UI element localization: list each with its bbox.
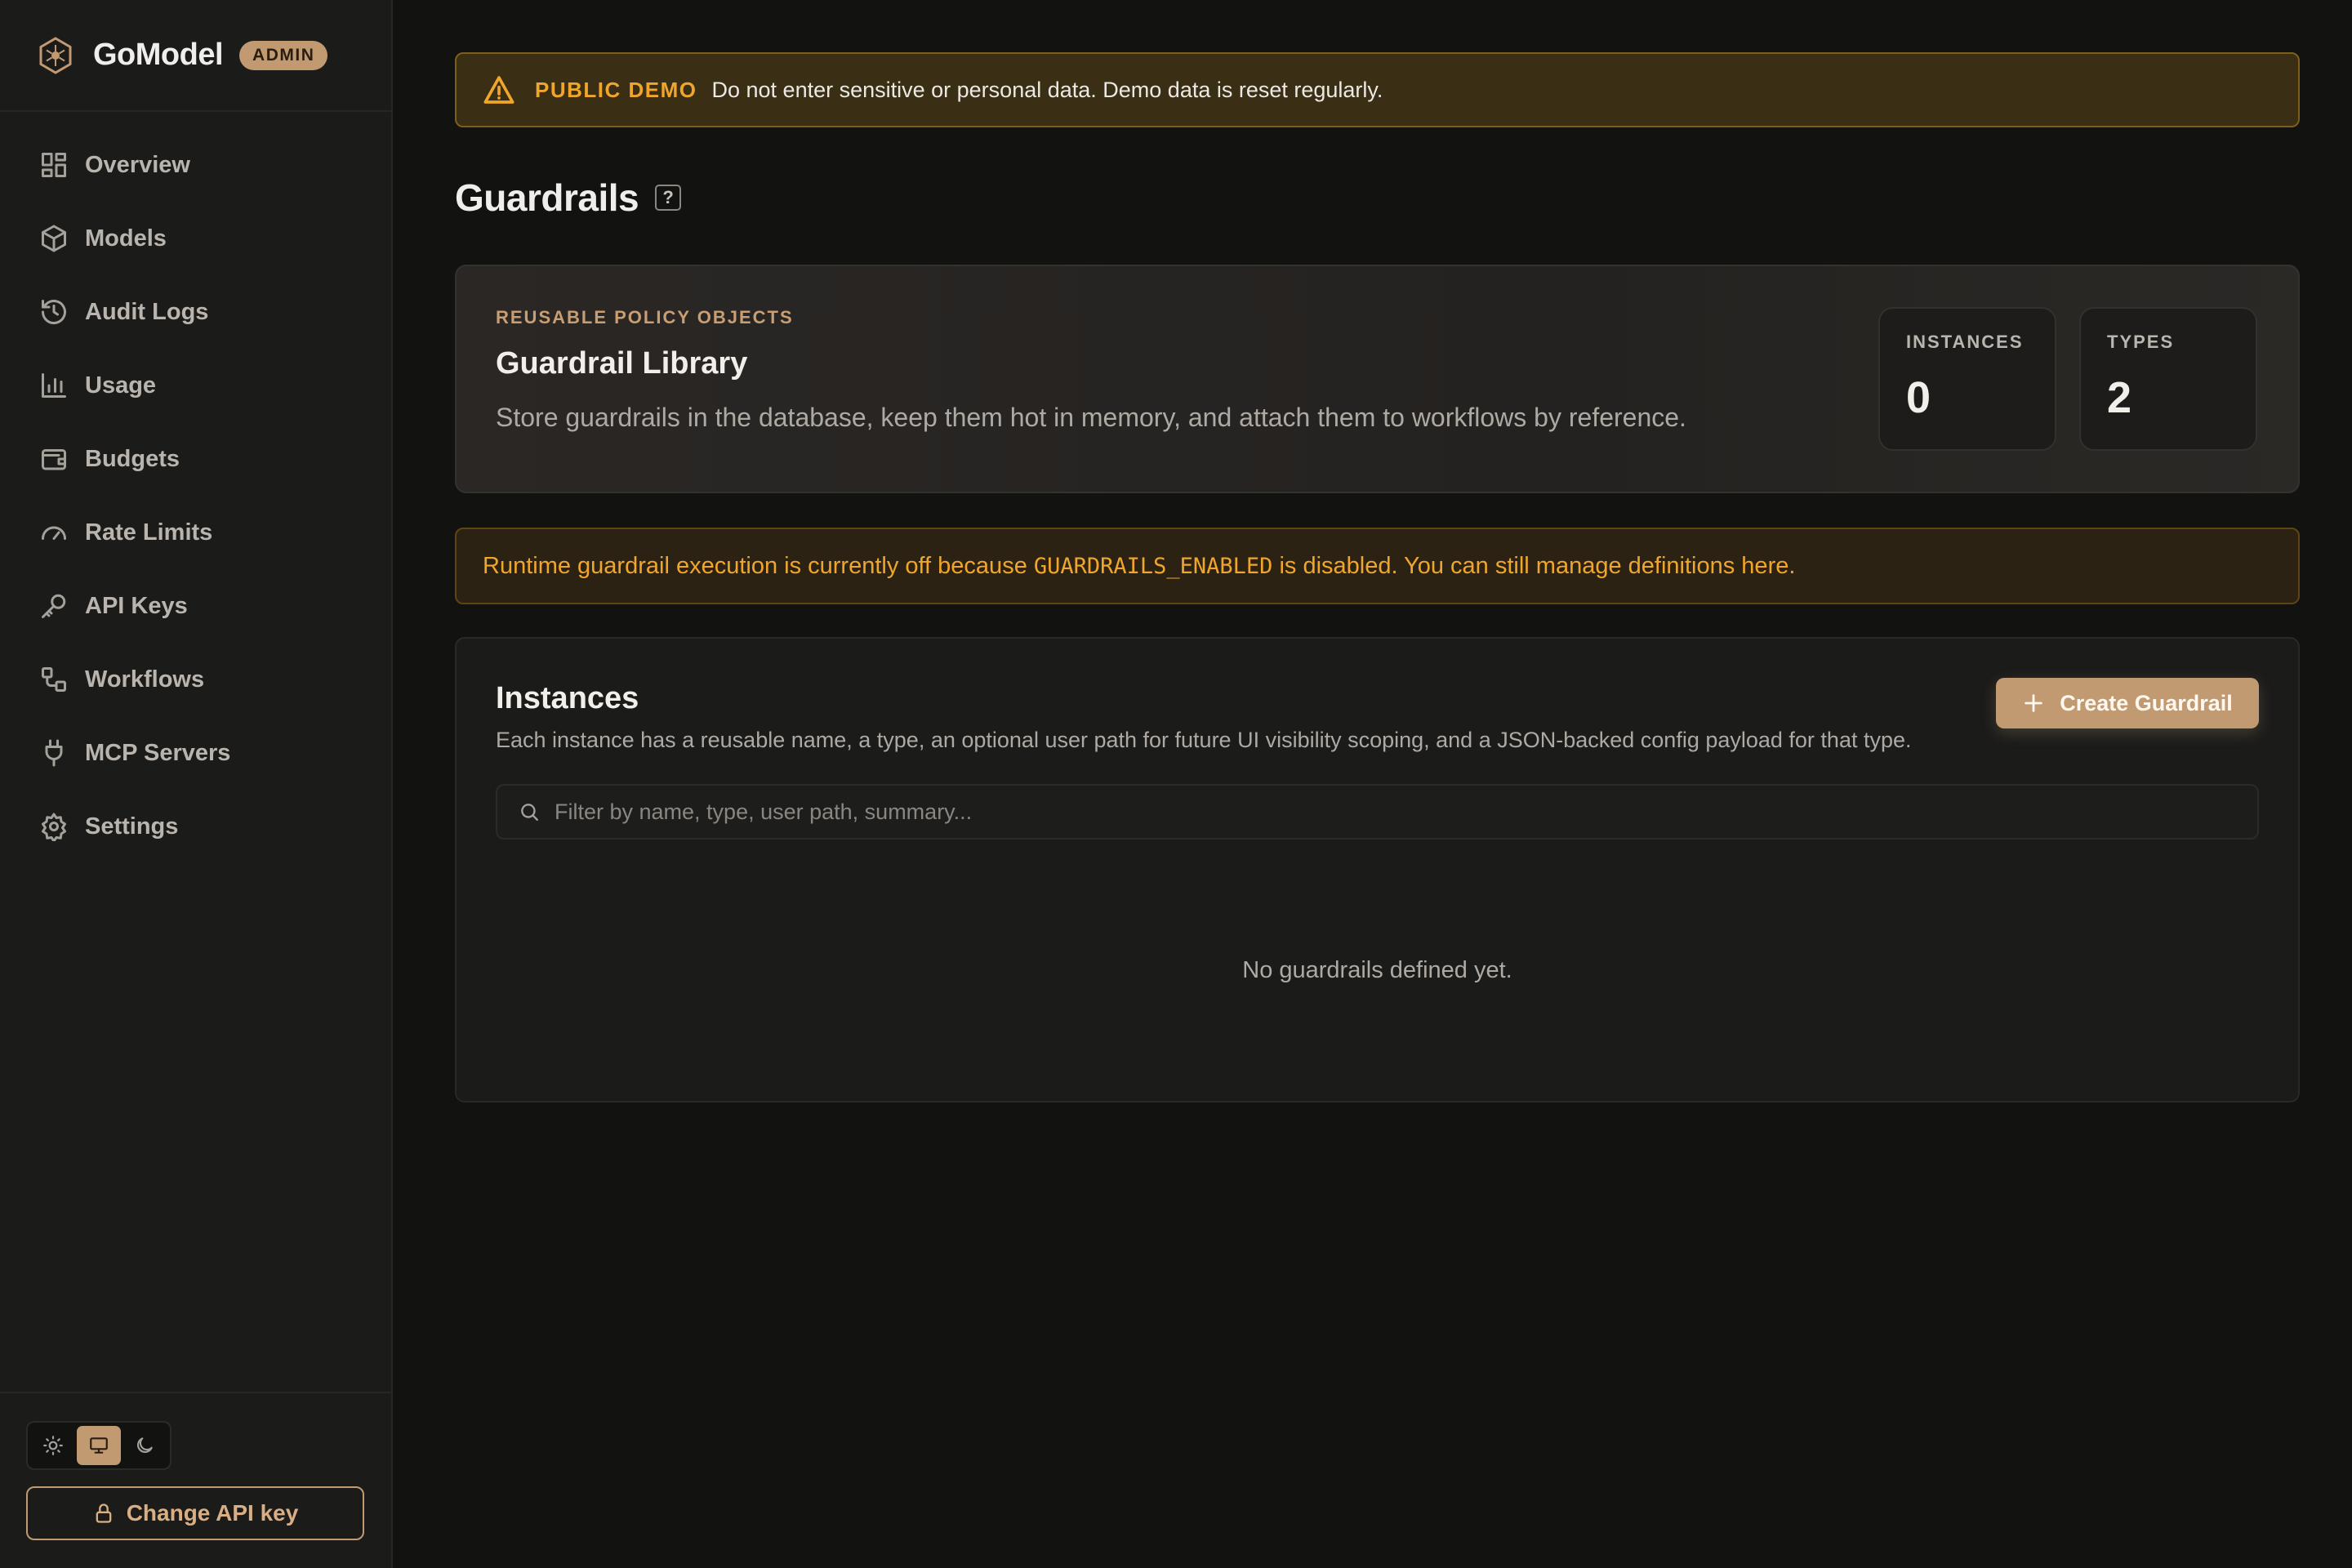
- sidebar-item-label: MCP Servers: [85, 739, 231, 766]
- sidebar-item-mcp-servers[interactable]: MCP Servers: [0, 716, 391, 790]
- notice-env-var: GUARDRAILS_ENABLED: [1033, 553, 1273, 579]
- page-title: Guardrails: [455, 176, 639, 219]
- filter-input[interactable]: [555, 799, 2257, 825]
- sidebar-item-label: Overview: [85, 151, 190, 178]
- sidebar-item-api-keys[interactable]: API Keys: [0, 569, 391, 643]
- sidebar-item-label: Models: [85, 225, 167, 252]
- theme-switcher: [26, 1421, 172, 1470]
- sidebar: GoModel ADMIN Overview Models Audit Logs…: [0, 0, 393, 1568]
- create-guardrail-label: Create Guardrail: [2060, 690, 2233, 715]
- stat-types: TYPES 2: [2079, 307, 2257, 451]
- sun-icon: [43, 1436, 63, 1455]
- gear-icon: [39, 812, 69, 843]
- app-root: GoModel ADMIN Overview Models Audit Logs…: [0, 0, 2352, 1568]
- admin-badge: ADMIN: [239, 40, 328, 70]
- plug-icon: [39, 738, 69, 768]
- theme-dark-button[interactable]: [122, 1426, 167, 1465]
- theme-system-button[interactable]: [77, 1426, 121, 1465]
- help-icon[interactable]: ?: [655, 185, 682, 211]
- sidebar-item-label: Workflows: [85, 666, 205, 693]
- cube-icon: [39, 224, 69, 253]
- empty-state-text: No guardrails defined yet.: [1242, 957, 1512, 983]
- gomodel-logo-icon: [39, 36, 72, 74]
- main-content: PUBLIC DEMO Do not enter sensitive or pe…: [393, 0, 2352, 1568]
- sidebar-item-label: Usage: [85, 372, 157, 399]
- instances-title: Instances: [496, 681, 639, 715]
- moon-icon: [136, 1437, 153, 1454]
- grid-icon: [39, 150, 69, 180]
- gauge-icon: [39, 518, 69, 547]
- notice-text-after: is disabled. You can still manage defini…: [1279, 552, 1796, 579]
- sidebar-item-label: Rate Limits: [85, 519, 213, 546]
- sidebar-item-rate-limits[interactable]: Rate Limits: [0, 496, 391, 569]
- filter-box: [496, 784, 2259, 840]
- instances-card: Instances Each instance has a reusable n…: [455, 637, 2300, 1102]
- brand[interactable]: GoModel ADMIN: [0, 0, 391, 112]
- instances-description: Each instance has a reusable name, a typ…: [496, 728, 1912, 752]
- stat-label: TYPES: [2107, 332, 2175, 352]
- sidebar-item-audit-logs[interactable]: Audit Logs: [0, 275, 391, 349]
- change-api-key-label: Change API key: [126, 1500, 299, 1526]
- wallet-icon: [39, 444, 69, 474]
- warning-icon: [483, 76, 514, 104]
- bar-chart-icon: [39, 371, 69, 400]
- runtime-disabled-notice: Runtime guardrail execution is currently…: [455, 528, 2300, 604]
- stat-value: 0: [1906, 373, 1931, 422]
- sidebar-nav: Overview Models Audit Logs Usage Budgets…: [0, 112, 391, 863]
- theme-light-button[interactable]: [31, 1426, 75, 1465]
- lock-icon: [96, 1503, 112, 1523]
- change-api-key-button[interactable]: Change API key: [26, 1486, 364, 1540]
- public-demo-banner: PUBLIC DEMO Do not enter sensitive or pe…: [455, 52, 2300, 127]
- sidebar-item-workflows[interactable]: Workflows: [0, 643, 391, 716]
- stat-label: INSTANCES: [1906, 332, 2024, 352]
- stat-value: 2: [2107, 373, 2132, 422]
- library-stats: INSTANCES 0 TYPES 2: [1878, 307, 2257, 451]
- workflow-icon: [39, 665, 69, 694]
- sidebar-item-label: Settings: [85, 813, 179, 840]
- history-icon: [39, 297, 69, 327]
- sidebar-item-budgets[interactable]: Budgets: [0, 422, 391, 496]
- sidebar-item-label: API Keys: [85, 592, 188, 619]
- sidebar-item-label: Audit Logs: [85, 298, 209, 325]
- plus-icon: [2025, 694, 2042, 712]
- search-icon: [521, 804, 538, 821]
- sidebar-item-overview[interactable]: Overview: [0, 128, 391, 202]
- stat-instances: INSTANCES 0: [1878, 307, 2056, 451]
- demo-tag: PUBLIC DEMO: [535, 77, 697, 102]
- demo-text: Do not enter sensitive or personal data.…: [711, 77, 1383, 102]
- page-header: Guardrails ?: [455, 173, 2300, 222]
- brand-name: GoModel: [93, 38, 224, 72]
- sidebar-footer: Change API key: [0, 1392, 391, 1568]
- key-icon: [39, 591, 69, 621]
- sidebar-item-models[interactable]: Models: [0, 202, 391, 275]
- monitor-icon: [90, 1437, 108, 1454]
- sidebar-item-settings[interactable]: Settings: [0, 790, 391, 863]
- sidebar-item-label: Budgets: [85, 445, 180, 472]
- notice-text-before: Runtime guardrail execution is currently…: [483, 552, 1027, 579]
- guardrail-library-card: REUSABLE POLICY OBJECTS Guardrail Librar…: [455, 265, 2300, 493]
- create-guardrail-button[interactable]: Create Guardrail: [1996, 678, 2259, 728]
- sidebar-item-usage[interactable]: Usage: [0, 349, 391, 422]
